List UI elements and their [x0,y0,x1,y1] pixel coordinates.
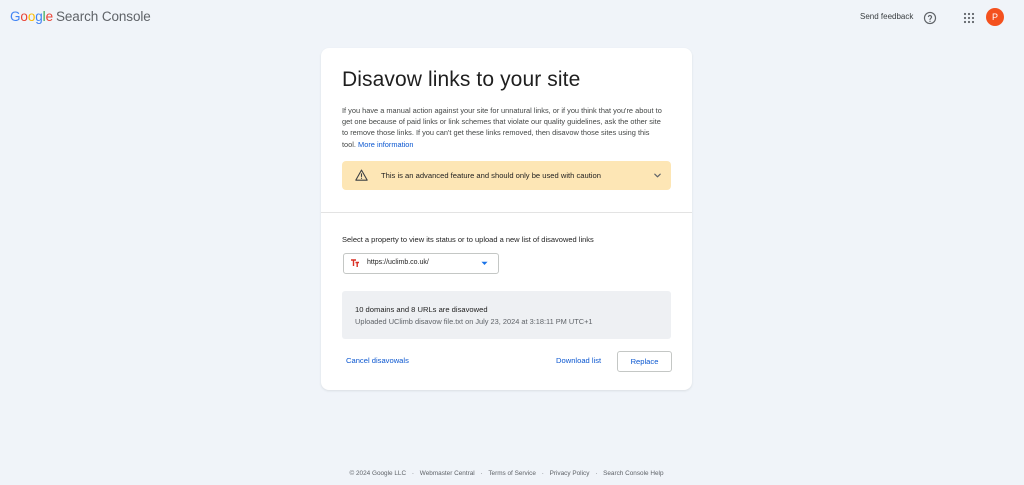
disavow-status-box: 10 domains and 8 URLs are disavowed Uplo… [342,291,671,339]
page-title: Disavow links to your site [342,68,581,91]
footer-separator: · [541,470,544,477]
footer-link-privacy[interactable]: Privacy Policy [550,470,590,477]
download-list-button[interactable]: Download list [556,356,601,365]
dropdown-arrow-icon [481,261,488,265]
warning-icon [355,169,368,181]
footer-link-help[interactable]: Search Console Help [603,470,663,477]
caution-text: This is an advanced feature and should o… [381,171,601,180]
top-bar: Google Search Console Send feedback P [0,0,1024,36]
copyright: © 2024 Google LLC [349,470,407,477]
product-name: Search Console [56,9,151,24]
logo-letter: e [45,9,54,24]
footer: © 2024 Google LLC · Webmaster Central · … [0,470,1013,477]
cancel-disavowals-button[interactable]: Cancel disavowals [346,356,409,365]
footer-link-webmaster-central[interactable]: Webmaster Central [420,470,475,477]
footer-separator: · [595,470,598,477]
footer-separator: · [480,470,483,477]
logo-letter: g [35,9,43,24]
footer-link-terms[interactable]: Terms of Service [488,470,536,477]
property-selector[interactable]: https://uclimb.co.uk/ [343,253,499,274]
site-favicon-icon [350,258,360,268]
section-divider [321,212,692,213]
description-text: If you have a manual action against your… [342,105,664,150]
caution-banner[interactable]: This is an advanced feature and should o… [342,161,671,190]
chevron-down-icon[interactable] [653,171,662,180]
property-value: https://uclimb.co.uk/ [367,259,429,266]
logo-letter: o [20,9,28,24]
apps-grid-icon[interactable] [963,12,975,24]
send-feedback-button[interactable]: Send feedback [860,12,913,21]
logo-letter: G [10,9,21,24]
footer-separator: · [411,470,415,477]
more-information-link[interactable]: More information [358,140,413,149]
search-console-logo[interactable]: Google Search Console [10,9,151,24]
account-avatar[interactable]: P [986,8,1004,26]
help-circle-icon[interactable] [923,11,937,25]
disavow-card: Disavow links to your site If you have a… [321,48,692,390]
upload-info: Uploaded UClimb disavow file.txt on July… [355,317,593,326]
replace-button[interactable]: Replace [617,351,672,372]
disavow-summary: 10 domains and 8 URLs are disavowed [355,305,488,314]
property-select-label: Select a property to view its status or … [342,235,594,244]
